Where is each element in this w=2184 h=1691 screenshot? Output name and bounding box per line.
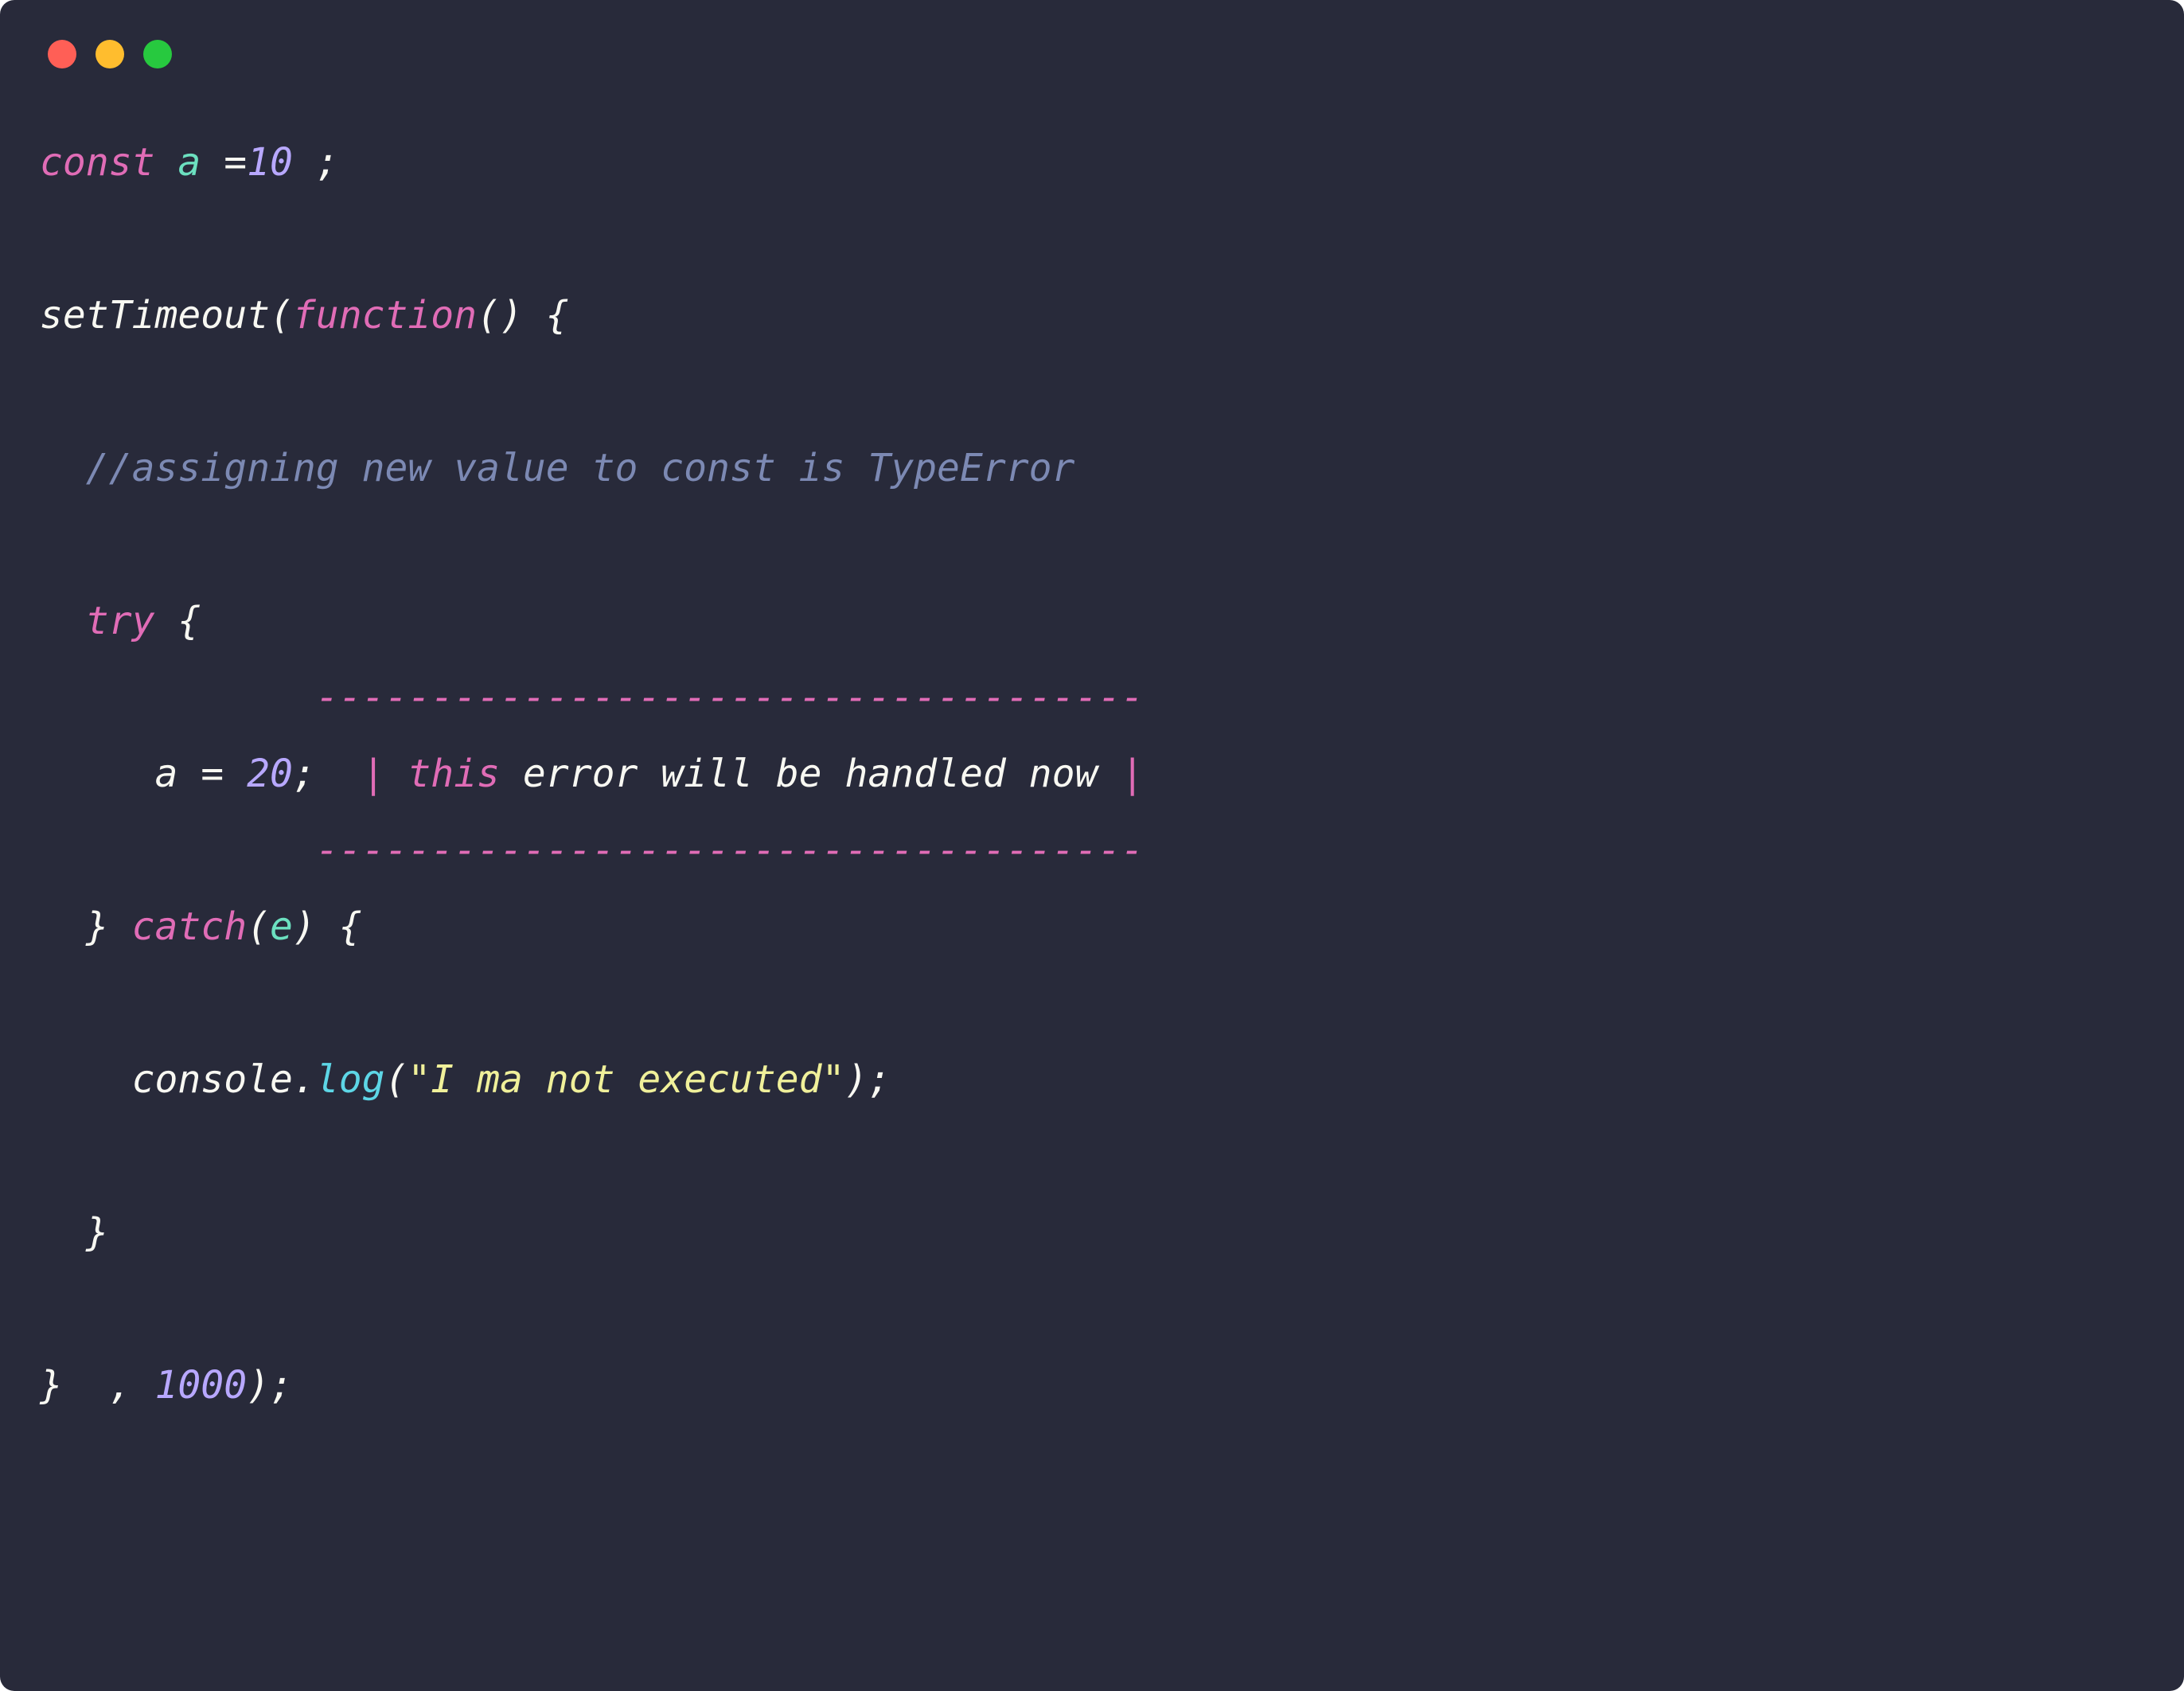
- obj-console: console: [132, 1057, 293, 1102]
- maximize-icon[interactable]: [143, 40, 172, 68]
- brace: {: [155, 599, 201, 643]
- paren: );: [844, 1057, 891, 1102]
- paren: (: [270, 293, 293, 338]
- fn-settimeout: setTimeout: [40, 293, 270, 338]
- keyword-this: this: [408, 752, 500, 796]
- keyword-catch: catch: [132, 904, 248, 949]
- parens: (): [477, 293, 523, 338]
- brace: {: [523, 293, 569, 338]
- close-icon[interactable]: [48, 40, 76, 68]
- brace: {: [316, 904, 362, 949]
- annotation-border-bottom: ------------------------------------: [316, 828, 1144, 873]
- comment: //assigning new value to const is TypeEr…: [86, 446, 1075, 490]
- dot: .: [293, 1057, 316, 1102]
- number-1000: 1000: [155, 1363, 248, 1408]
- paren: (: [247, 904, 270, 949]
- variable-a: a: [155, 752, 178, 796]
- paren: ): [293, 904, 316, 949]
- annotation-pipe: |: [1121, 752, 1144, 796]
- fn-log: log: [316, 1057, 385, 1102]
- semicolon: ;: [293, 140, 339, 185]
- comma: ,: [86, 1363, 155, 1408]
- paren: );: [247, 1363, 293, 1408]
- equals: =: [224, 140, 247, 185]
- paren: (: [385, 1057, 408, 1102]
- semicolon: ;: [293, 752, 362, 796]
- number-20: 20: [247, 752, 293, 796]
- keyword-function: function: [293, 293, 477, 338]
- annotation-border-top: ------------------------------------: [316, 675, 1144, 720]
- string-literal: "I ma not executed": [408, 1057, 844, 1102]
- code-editor[interactable]: const a =10 ; setTimeout(function() { //…: [0, 84, 2184, 1463]
- keyword-try: try: [86, 599, 155, 643]
- minimize-icon[interactable]: [96, 40, 124, 68]
- brace: }: [40, 1363, 86, 1408]
- brace: }: [86, 904, 132, 949]
- titlebar: [0, 0, 2184, 84]
- annotation-pipe: |: [362, 752, 408, 796]
- param-e: e: [270, 904, 293, 949]
- number-10: 10: [247, 140, 293, 185]
- brace: }: [86, 1210, 109, 1255]
- annotation-text: error will be handled now: [500, 752, 1121, 796]
- variable-a: a: [177, 140, 201, 185]
- equals: =: [177, 752, 247, 796]
- code-window: const a =10 ; setTimeout(function() { //…: [0, 0, 2184, 1691]
- keyword-const: const: [40, 140, 155, 185]
